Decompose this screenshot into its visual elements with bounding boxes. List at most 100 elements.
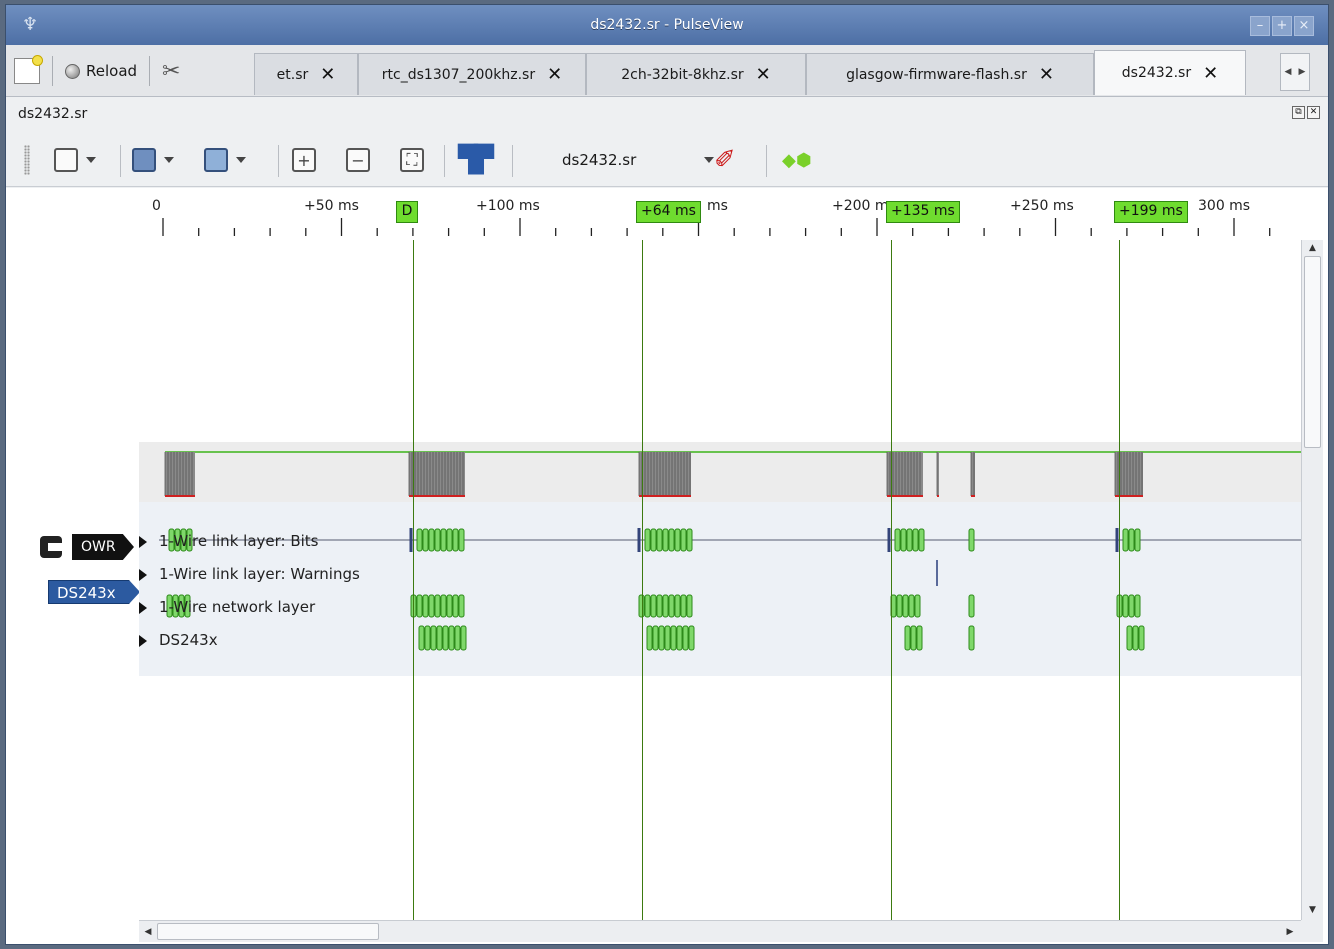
annotation-mark [644,594,651,618]
annotation-mark [1128,528,1135,552]
open-button[interactable] [132,145,174,175]
expand-row-icon[interactable] [139,569,147,581]
annotation-mark [430,625,437,651]
cursor-flag-d[interactable]: D [396,201,418,223]
expand-row-icon[interactable] [139,635,147,647]
vertical-scrollbar[interactable]: ▲ ▼ [1301,240,1323,920]
annotation-mark [1128,594,1135,618]
save-button[interactable] [204,145,246,175]
title-bar[interactable]: ♆ ds2432.sr - PulseView – + × [6,5,1328,45]
annotation-mark [682,625,689,651]
annotation-mark [446,528,453,552]
cursor-line-199ms[interactable] [1119,240,1120,920]
annotation-mark [680,594,687,618]
zoom-out-icon: − [346,148,370,172]
tab-scroll-right-icon[interactable]: ▶ [1299,67,1306,77]
annotation-mark [910,625,917,651]
annotation-mark [448,625,455,651]
annotation-mark [422,528,429,552]
expand-row-icon[interactable] [139,536,147,548]
cursor-line-64ms[interactable] [642,240,643,920]
decoder-label-ds243x[interactable]: DS243x [48,580,140,604]
cursor-line-d[interactable] [413,240,414,920]
close-dock-icon[interactable]: ✕ [1307,106,1320,119]
owr-burst [639,452,691,496]
annotation-mark [662,528,669,552]
annotation-mark [670,625,677,651]
close-tab-icon[interactable]: ✕ [756,64,771,85]
zoom-in-icon: + [292,148,316,172]
annotation-mark [424,625,431,651]
zoom-out-button[interactable]: − [346,145,370,175]
scroll-down-icon[interactable]: ▼ [1302,902,1323,918]
new-session-icon[interactable] [14,55,43,84]
save-icon [204,148,228,172]
device-selector[interactable]: ds2432.sr [562,151,714,169]
annotation-mark [458,594,465,618]
float-dock-icon[interactable]: ⧉ [1292,106,1305,119]
close-tab-icon[interactable]: ✕ [320,64,335,85]
ruler-tick-label: +100 ms [476,198,540,214]
trace-area[interactable]: 1-Wire link layer: Bits 1-Wire link laye… [139,240,1301,920]
scroll-right-icon[interactable]: ▶ [1283,923,1297,941]
close-window-button[interactable]: × [1294,16,1314,36]
time-ruler[interactable]: 0 +50 ms +100 ms ms +200 m +250 ms 300 m… [6,188,1328,240]
add-decoder-button[interactable]: ◆⬢ [782,145,812,175]
cursor-flag-64ms[interactable]: +64 ms [636,201,701,223]
annotation-mark [1126,625,1133,651]
cursor-flag-135ms[interactable]: +135 ms [886,201,960,223]
ds243x-label-text: DS243x [57,584,116,602]
annotation-mark [458,528,465,552]
ruler-tick-label: 0 [152,198,161,214]
close-tab-icon[interactable]: ✕ [547,64,562,85]
scroll-up-icon[interactable]: ▲ [1302,240,1323,256]
annotation-mark [436,625,443,651]
annotation-mark [422,594,429,618]
annotation-mark [434,528,441,552]
annotation-mark [916,625,923,651]
cursor-flag-199ms[interactable]: +199 ms [1114,201,1188,223]
settings-tools-icon[interactable]: ✂ [162,59,180,84]
tab-glasgow-firmware-flash[interactable]: glasgow-firmware-flash.sr ✕ [806,53,1094,95]
minimize-button[interactable]: – [1250,16,1270,36]
reload-button[interactable]: Reload [65,62,137,80]
tab-ds2432[interactable]: ds2432.sr ✕ [1094,50,1246,95]
separator [52,56,53,86]
annotation-mark [688,625,695,651]
horizontal-scroll-thumb[interactable] [157,923,379,940]
annotation-mark [650,528,657,552]
annotation-mark [914,594,921,618]
tab-rtc-ds1307[interactable]: rtc_ds1307_200khz.sr ✕ [358,53,586,95]
cursors-button[interactable]: ▜▛ [458,145,494,175]
signal-label-owr[interactable]: OWR [72,534,134,560]
document-title: ds2432.sr [18,106,88,122]
annotation-mark [418,625,425,651]
annotation-mark [644,528,651,552]
owr-burst [971,452,975,496]
cursor-line-135ms[interactable] [891,240,892,920]
tab-label: ds2432.sr [1121,65,1192,81]
expand-row-icon[interactable] [139,602,147,614]
toolbar-grip[interactable] [24,145,30,175]
horizontal-scrollbar[interactable]: ◀ ▶ [139,920,1301,942]
annotation-mark [680,528,687,552]
zoom-fit-button[interactable]: ⛶ [400,145,424,175]
maximize-button[interactable]: + [1272,16,1292,36]
vertical-scroll-thumb[interactable] [1304,256,1321,448]
window-title: ds2432.sr - PulseView [590,17,744,33]
zoom-in-button[interactable]: + [292,145,316,175]
annotation-mark [676,625,683,651]
tab-scroll-left-icon[interactable]: ◀ [1285,67,1292,77]
new-view-button[interactable] [54,145,96,175]
separator [149,56,151,86]
close-tab-icon[interactable]: ✕ [1039,64,1054,85]
tab-2ch-32bit[interactable]: 2ch-32bit-8khz.sr ✕ [586,53,806,95]
annotation-mark [664,625,671,651]
tab-label: glasgow-firmware-flash.sr [846,66,1027,83]
probe-config-button[interactable]: ✐ [714,145,736,175]
tab-et[interactable]: et.sr ✕ [254,53,358,95]
scroll-left-icon[interactable]: ◀ [141,923,155,941]
annotation-mark [440,594,447,618]
close-tab-icon[interactable]: ✕ [1203,63,1218,84]
annotation-mark [900,528,907,552]
